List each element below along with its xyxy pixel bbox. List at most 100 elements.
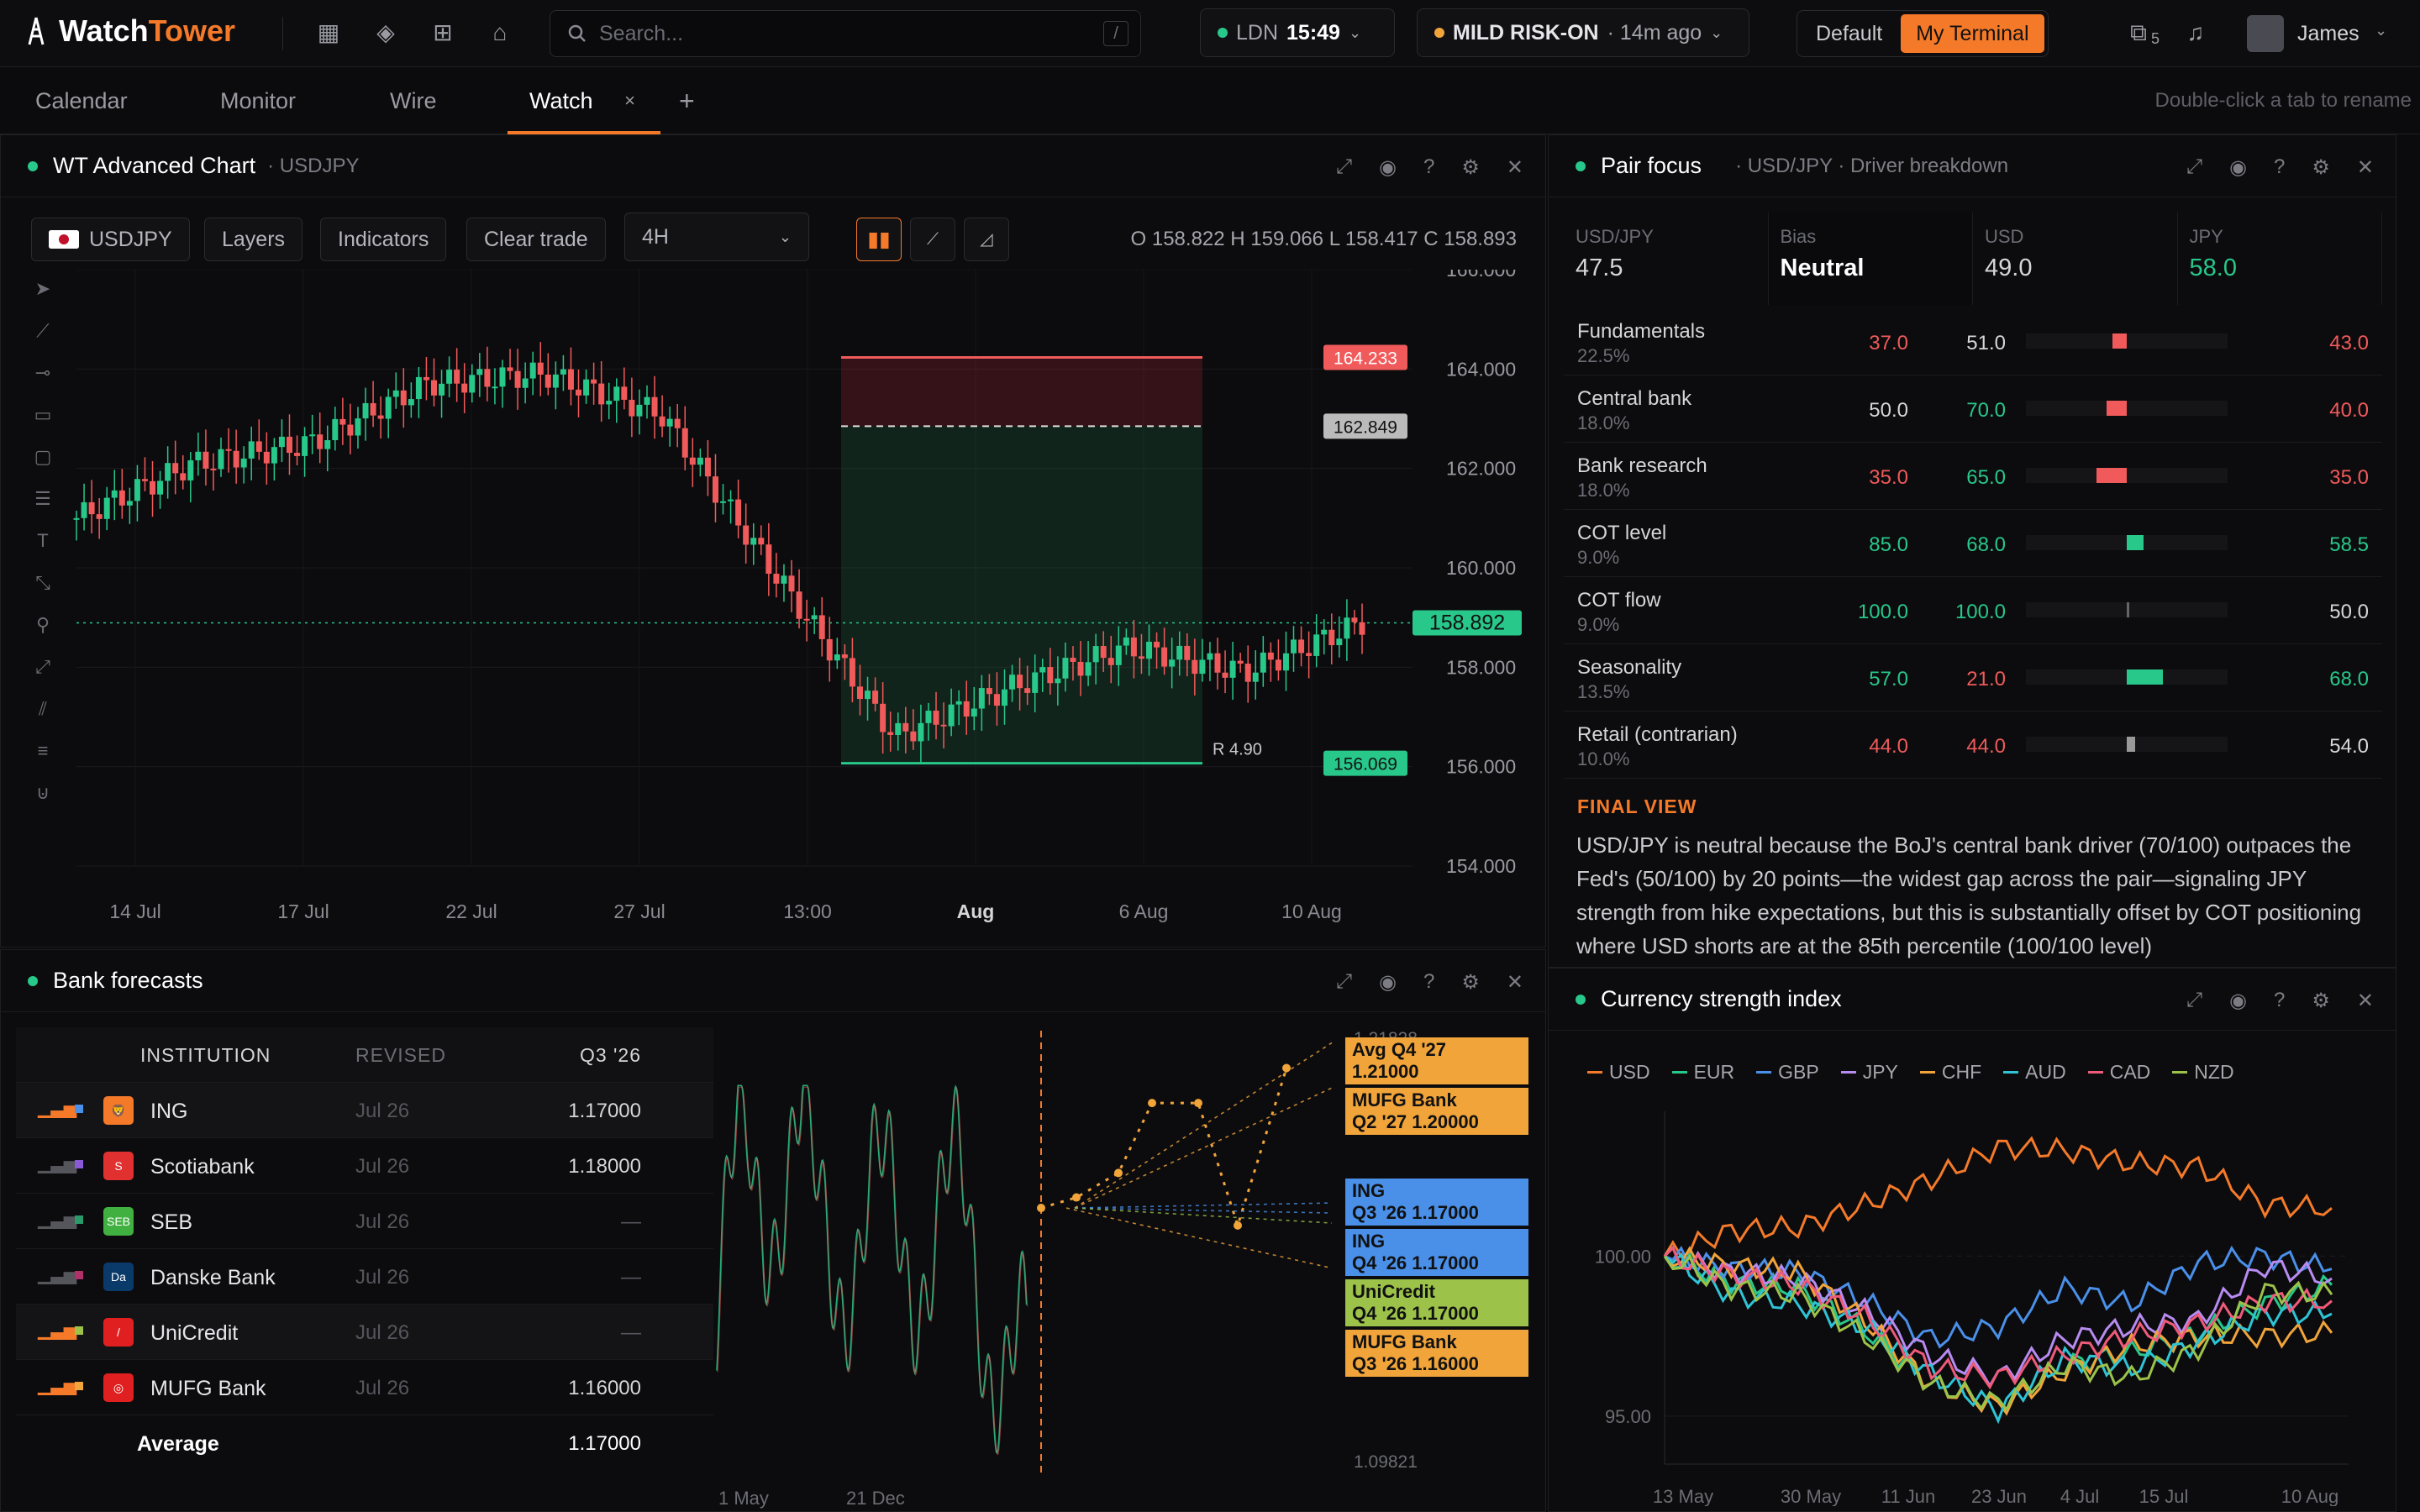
hline-icon[interactable]: ⊸ xyxy=(26,362,60,384)
briefcase-icon[interactable]: ⧉ xyxy=(2124,18,2153,47)
table-row[interactable]: ▁▃▅ ◎ MUFG Bank Jul 26 1.16000 xyxy=(16,1360,713,1415)
chart-toggle-icon[interactable]: ▁▃▅ xyxy=(38,1320,76,1341)
grid-icon[interactable]: ▦ xyxy=(314,18,343,47)
expand-icon[interactable]: ⤢ xyxy=(2186,155,2202,180)
chart-toggle-icon[interactable]: ▁▃▅ xyxy=(38,1209,76,1230)
help-icon[interactable]: ? xyxy=(1423,155,1434,180)
candle-type-button[interactable]: ▮▮ xyxy=(856,218,902,261)
help-icon[interactable]: ? xyxy=(2274,989,2285,1013)
magnet-icon[interactable]: ⊍ xyxy=(26,782,60,804)
close-icon[interactable]: ✕ xyxy=(2357,155,2374,180)
add-panel-icon[interactable]: ⊞ xyxy=(429,18,457,47)
table-row[interactable]: ▁▃▅ SEB SEB Jul 26 — xyxy=(16,1194,713,1249)
strength-chart[interactable]: 100.00 95.00 13 May 30 May 11 Jun 23 Jun 4 Jul… xyxy=(1557,1095,2389,1506)
legend-item[interactable]: GBP xyxy=(1756,1061,1819,1084)
table-row[interactable]: ▁▃▅ Da Danske Bank Jul 26 — xyxy=(16,1249,713,1305)
close-icon[interactable]: ✕ xyxy=(2357,989,2374,1013)
candle xyxy=(895,722,902,735)
tab-watch[interactable]: Watch × xyxy=(508,67,660,134)
chart-toggle-icon[interactable]: ▁▃▅ xyxy=(38,1153,76,1174)
driver-row[interactable]: Seasonality 13.5% 57.0 21.0 68.0 xyxy=(1564,644,2382,711)
tab-calendar[interactable]: Calendar xyxy=(35,67,128,134)
unlock-icon[interactable]: ⌂ xyxy=(486,18,514,47)
close-icon[interactable]: ✕ xyxy=(1507,155,1523,180)
driver-row[interactable]: Fundamentals 22.5% 37.0 51.0 43.0 xyxy=(1564,308,2382,375)
x-tick-label: 13 May xyxy=(1653,1486,1713,1506)
callout-title: ING xyxy=(1352,1231,1385,1252)
driver-row[interactable]: COT level 9.0% 85.0 68.0 58.5 xyxy=(1564,510,2382,577)
layout-default-button[interactable]: Default xyxy=(1801,14,1897,53)
driver-row[interactable]: Central bank 18.0% 50.0 70.0 40.0 xyxy=(1564,375,2382,443)
status-dot xyxy=(28,160,38,171)
legend-item[interactable]: AUD xyxy=(2003,1061,2066,1084)
text-icon[interactable]: T xyxy=(26,530,60,552)
app-logo[interactable]: WatchTower xyxy=(25,13,235,49)
list-icon[interactable]: ≡ xyxy=(26,740,60,762)
legend-item[interactable]: CAD xyxy=(2087,1061,2150,1084)
gear-icon[interactable]: ⚙ xyxy=(2312,989,2330,1013)
trendline-icon[interactable]: ⟋ xyxy=(26,320,60,342)
search-input[interactable]: Search... xyxy=(599,22,683,46)
tab-wire[interactable]: Wire xyxy=(390,67,437,134)
table-row[interactable]: ▁▃▅ 🦁 ING Jul 26 1.17000 xyxy=(16,1083,713,1138)
camera-icon[interactable]: ◉ xyxy=(2229,989,2247,1013)
expand-icon[interactable]: ⤢ xyxy=(1336,155,1352,180)
add-tab-icon[interactable]: + xyxy=(679,67,695,134)
legend-item[interactable]: NZD xyxy=(2172,1061,2234,1084)
driver-row[interactable]: Bank research 18.0% 35.0 65.0 35.0 xyxy=(1564,443,2382,510)
risk-chip[interactable]: MILD RISK-ON · 14m ago ⌄ xyxy=(1417,8,1749,57)
expand-icon[interactable]: ⤢ xyxy=(1336,970,1352,995)
symbol-button[interactable]: USDJPY xyxy=(31,218,190,261)
layers-icon[interactable]: ◈ xyxy=(371,18,400,47)
driver-row[interactable]: Retail (contrarian) 10.0% 44.0 44.0 54.0 xyxy=(1564,711,2382,779)
layers-button[interactable]: Layers xyxy=(204,218,303,261)
channel-icon[interactable]: ⫽ xyxy=(26,698,60,720)
ray-icon[interactable]: ⤢ xyxy=(26,656,60,678)
driver-row[interactable]: COT flow 9.0% 100.0 100.0 50.0 xyxy=(1564,577,2382,644)
chart-toggle-icon[interactable]: ▁▃▅ xyxy=(38,1264,76,1285)
camera-icon[interactable]: ◉ xyxy=(1379,155,1397,180)
gear-icon[interactable]: ⚙ xyxy=(1461,970,1480,995)
legend-item[interactable]: EUR xyxy=(1671,1061,1734,1084)
legend-item[interactable]: CHF xyxy=(1919,1061,1981,1084)
candle xyxy=(1138,656,1144,659)
cursor-icon[interactable]: ➤ xyxy=(26,278,60,300)
candle xyxy=(423,376,429,381)
rect-icon[interactable]: ▭ xyxy=(26,404,60,426)
layout-active-button[interactable]: My Terminal xyxy=(1901,14,2044,53)
bell-icon[interactable]: ♫ xyxy=(2181,18,2210,47)
help-icon[interactable]: ? xyxy=(2274,155,2285,180)
price-chart[interactable]: 166.000 164.000 162.000 160.000 158.000 156.0… xyxy=(68,270,1530,933)
search-bar[interactable]: Search... / xyxy=(550,10,1141,57)
pin-icon[interactable]: ⚲ xyxy=(26,614,60,636)
chevron-down-icon[interactable]: ⌄ xyxy=(2375,22,2387,39)
tab-monitor[interactable]: Monitor xyxy=(220,67,296,134)
camera-icon[interactable]: ◉ xyxy=(2229,155,2247,180)
interval-select[interactable]: 4H ⌄ xyxy=(624,213,809,261)
chart-toggle-icon[interactable]: ▁▃▅ xyxy=(38,1375,76,1396)
status-dot xyxy=(1218,28,1228,38)
legend-item[interactable]: JPY xyxy=(1840,1061,1898,1084)
table-row[interactable]: ▁▃▅ / UniCredit Jul 26 — xyxy=(16,1305,713,1360)
camera-icon[interactable]: ◉ xyxy=(1379,970,1397,995)
measure-icon[interactable]: ⤡ xyxy=(26,572,60,594)
gear-icon[interactable]: ⚙ xyxy=(1461,155,1480,180)
fib-icon[interactable]: ☰ xyxy=(26,488,60,510)
table-row[interactable]: ▁▃▅ S Scotiabank Jul 26 1.18000 xyxy=(16,1138,713,1194)
clock-chip[interactable]: LDN 15:49 ⌄ xyxy=(1200,8,1395,57)
indicators-button[interactable]: Indicators xyxy=(320,218,447,261)
help-icon[interactable]: ? xyxy=(1423,970,1434,995)
area-type-button[interactable]: ◿ xyxy=(964,218,1009,261)
box-icon[interactable]: ▢ xyxy=(26,446,60,468)
close-icon[interactable]: ✕ xyxy=(1507,970,1523,995)
legend-item[interactable]: USD xyxy=(1587,1061,1650,1084)
line-type-button[interactable]: ⟋ xyxy=(910,218,955,261)
close-icon[interactable]: × xyxy=(624,67,635,134)
chart-toggle-icon[interactable]: ▁▃▅ xyxy=(38,1098,76,1119)
clear-trade-button[interactable]: Clear trade xyxy=(466,218,606,261)
avatar[interactable] xyxy=(2247,15,2284,52)
user-name[interactable]: James xyxy=(2297,22,2360,46)
expand-icon[interactable]: ⤢ xyxy=(2186,989,2202,1013)
forecast-chart[interactable]: 1.218281.098211 May21 DecAvg Q4 '271.210… xyxy=(715,1022,1539,1509)
gear-icon[interactable]: ⚙ xyxy=(2312,155,2330,180)
